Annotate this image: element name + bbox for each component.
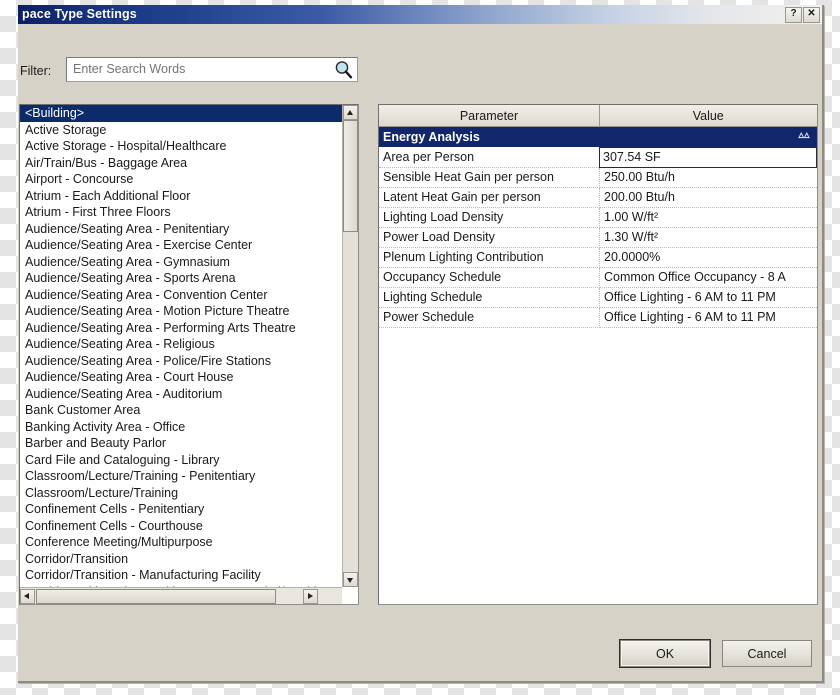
parameter-name-cell: Lighting Load Density [379, 207, 600, 228]
space-type-listbox[interactable]: <Building> Active Storage Active Storage -… [19, 104, 359, 605]
cancel-button[interactable]: Cancel [722, 640, 812, 667]
parameter-name-cell: Power Load Density [379, 227, 600, 248]
vertical-scrollbar-thumb[interactable] [343, 120, 358, 232]
parameter-name-cell: Plenum Lighting Contribution [379, 247, 600, 268]
list-item[interactable]: Audience/Seating Area - Court House [20, 369, 342, 386]
group-header-cell[interactable]: Energy Analysis ▵▵ [379, 126, 817, 148]
list-item[interactable]: Active Storage - Hospital/Healthcare [20, 138, 342, 155]
parameter-name-cell: Area per Person [379, 147, 600, 168]
list-item[interactable]: Audience/Seating Area - Auditorium [20, 386, 342, 403]
group-header-row-energy-analysis[interactable]: Energy Analysis ▵▵ [379, 126, 817, 148]
dialog-title: pace Type Settings [22, 7, 137, 21]
parameter-value-cell[interactable]: Common Office Occupancy - 8 A [599, 267, 817, 288]
list-item[interactable]: Corridor/Transition [20, 551, 342, 568]
parameter-name-cell: Latent Heat Gain per person [379, 187, 600, 208]
scrollbar-corner [319, 588, 342, 604]
parameter-name-cell: Lighting Schedule [379, 287, 600, 308]
dialog-footer: OK Cancel [619, 639, 812, 668]
table-row[interactable]: Plenum Lighting Contribution 20.0000% [379, 247, 817, 268]
list-item[interactable]: Banking Activity Area - Office [20, 419, 342, 436]
list-item[interactable]: Barber and Beauty Parlor [20, 435, 342, 452]
table-row[interactable]: Latent Heat Gain per person 200.00 Btu/h [379, 187, 817, 208]
list-item[interactable]: Airport - Concourse [20, 171, 342, 188]
parameter-name-cell: Sensible Heat Gain per person [379, 167, 600, 188]
table-row[interactable]: Lighting Schedule Office Lighting - 6 AM … [379, 287, 817, 308]
column-header-parameter[interactable]: Parameter [379, 105, 600, 127]
list-item[interactable]: Audience/Seating Area - Sports Arena [20, 270, 342, 287]
table-row[interactable]: Power Load Density 1.30 W/ft² [379, 227, 817, 248]
table-row[interactable]: Occupancy Schedule Common Office Occupanc… [379, 267, 817, 288]
list-item[interactable]: Audience/Seating Area - Police/Fire Stat… [20, 353, 342, 370]
horizontal-scrollbar-thumb[interactable] [36, 589, 276, 604]
list-item[interactable]: Audience/Seating Area - Convention Cente… [20, 287, 342, 304]
list-horizontal-scrollbar[interactable] [20, 587, 342, 604]
parameter-value-cell[interactable]: 307.54 SF [599, 147, 817, 168]
list-item[interactable]: Audience/Seating Area - Gymnasium [20, 254, 342, 271]
filter-field-wrapper[interactable] [66, 57, 358, 82]
close-icon[interactable]: ✕ [803, 7, 820, 23]
list-item[interactable]: Corridor/Transition - Manufacturing Faci… [20, 567, 342, 584]
group-header-label: Energy Analysis [383, 130, 480, 144]
list-item[interactable]: Audience/Seating Area - Religious [20, 336, 342, 353]
list-item[interactable]: Audience/Seating Area - Penitentiary [20, 221, 342, 238]
space-type-settings-dialog: pace Type Settings ? ✕ Filter: <Building… [18, 5, 824, 683]
scroll-down-icon[interactable] [343, 572, 358, 587]
help-button[interactable]: ? [785, 7, 802, 23]
search-icon[interactable] [334, 60, 353, 79]
parameter-value-cell[interactable]: 20.0000% [599, 247, 817, 268]
parameter-value-cell[interactable]: Office Lighting - 6 AM to 11 PM [599, 307, 817, 328]
dialog-titlebar[interactable]: pace Type Settings ? ✕ [18, 5, 822, 24]
list-item[interactable]: Confinement Cells - Courthouse [20, 518, 342, 535]
parameters-panel: Parameter Value Energy Analysis ▵▵ Area … [378, 104, 818, 605]
table-header-row: Parameter Value [379, 105, 817, 127]
parameter-value-cell[interactable]: 1.00 W/ft² [599, 207, 817, 228]
parameter-value-cell[interactable]: Office Lighting - 6 AM to 11 PM [599, 287, 817, 308]
list-item[interactable]: Audience/Seating Area - Performing Arts … [20, 320, 342, 337]
parameters-table-body: Energy Analysis ▵▵ Area per Person 307.54… [379, 126, 817, 328]
scroll-right-icon[interactable] [303, 589, 318, 604]
list-item[interactable]: Audience/Seating Area - Exercise Center [20, 237, 342, 254]
list-item[interactable]: Active Storage [20, 122, 342, 139]
ok-button[interactable]: OK [619, 639, 711, 668]
table-row[interactable]: Sensible Heat Gain per person 250.00 Btu/… [379, 167, 817, 188]
column-header-value[interactable]: Value [599, 105, 817, 127]
list-item[interactable]: Classroom/Lecture/Training - Penitentiar… [20, 468, 342, 485]
list-item[interactable]: Air/Train/Bus - Baggage Area [20, 155, 342, 172]
parameter-name-cell: Power Schedule [379, 307, 600, 328]
parameter-name-cell: Occupancy Schedule [379, 267, 600, 288]
search-input[interactable] [71, 61, 325, 77]
parameters-table-head: Parameter Value [379, 105, 817, 127]
screenshot-canvas: pace Type Settings ? ✕ Filter: <Building… [0, 0, 840, 695]
list-item[interactable]: Conference Meeting/Multipurpose [20, 534, 342, 551]
list-item[interactable]: Audience/Seating Area - Motion Picture T… [20, 303, 342, 320]
scroll-up-icon[interactable] [343, 105, 358, 120]
parameter-value-cell[interactable]: 200.00 Btu/h [599, 187, 817, 208]
list-item[interactable]: Card File and Cataloguing - Library [20, 452, 342, 469]
list-item[interactable]: <Building> [20, 105, 342, 122]
list-item[interactable]: Confinement Cells - Penitentiary [20, 501, 342, 518]
parameter-value-cell[interactable]: 250.00 Btu/h [599, 167, 817, 188]
filter-row: Filter: [18, 57, 822, 85]
list-item[interactable]: Atrium - Each Additional Floor [20, 188, 342, 205]
filter-label: Filter: [20, 64, 52, 78]
list-item[interactable]: Bank Customer Area [20, 402, 342, 419]
scroll-left-icon[interactable] [20, 589, 35, 604]
list-item[interactable]: Atrium - First Three Floors [20, 204, 342, 221]
titlebar-button-group: ? ✕ [785, 7, 820, 23]
parameters-table: Parameter Value Energy Analysis ▵▵ Area … [379, 105, 817, 328]
chevron-up-icon[interactable]: ▵▵ [798, 129, 809, 142]
space-type-list-scrollarea[interactable]: <Building> Active Storage Active Storage -… [20, 105, 342, 587]
table-row[interactable]: Lighting Load Density 1.00 W/ft² [379, 207, 817, 228]
table-row[interactable]: Area per Person 307.54 SF [379, 147, 817, 168]
table-row[interactable]: Power Schedule Office Lighting - 6 AM to … [379, 307, 817, 328]
list-vertical-scrollbar[interactable] [342, 105, 358, 587]
list-item[interactable]: Classroom/Lecture/Training [20, 485, 342, 502]
parameter-value-cell[interactable]: 1.30 W/ft² [599, 227, 817, 248]
vertical-scrollbar-track[interactable] [343, 232, 358, 572]
